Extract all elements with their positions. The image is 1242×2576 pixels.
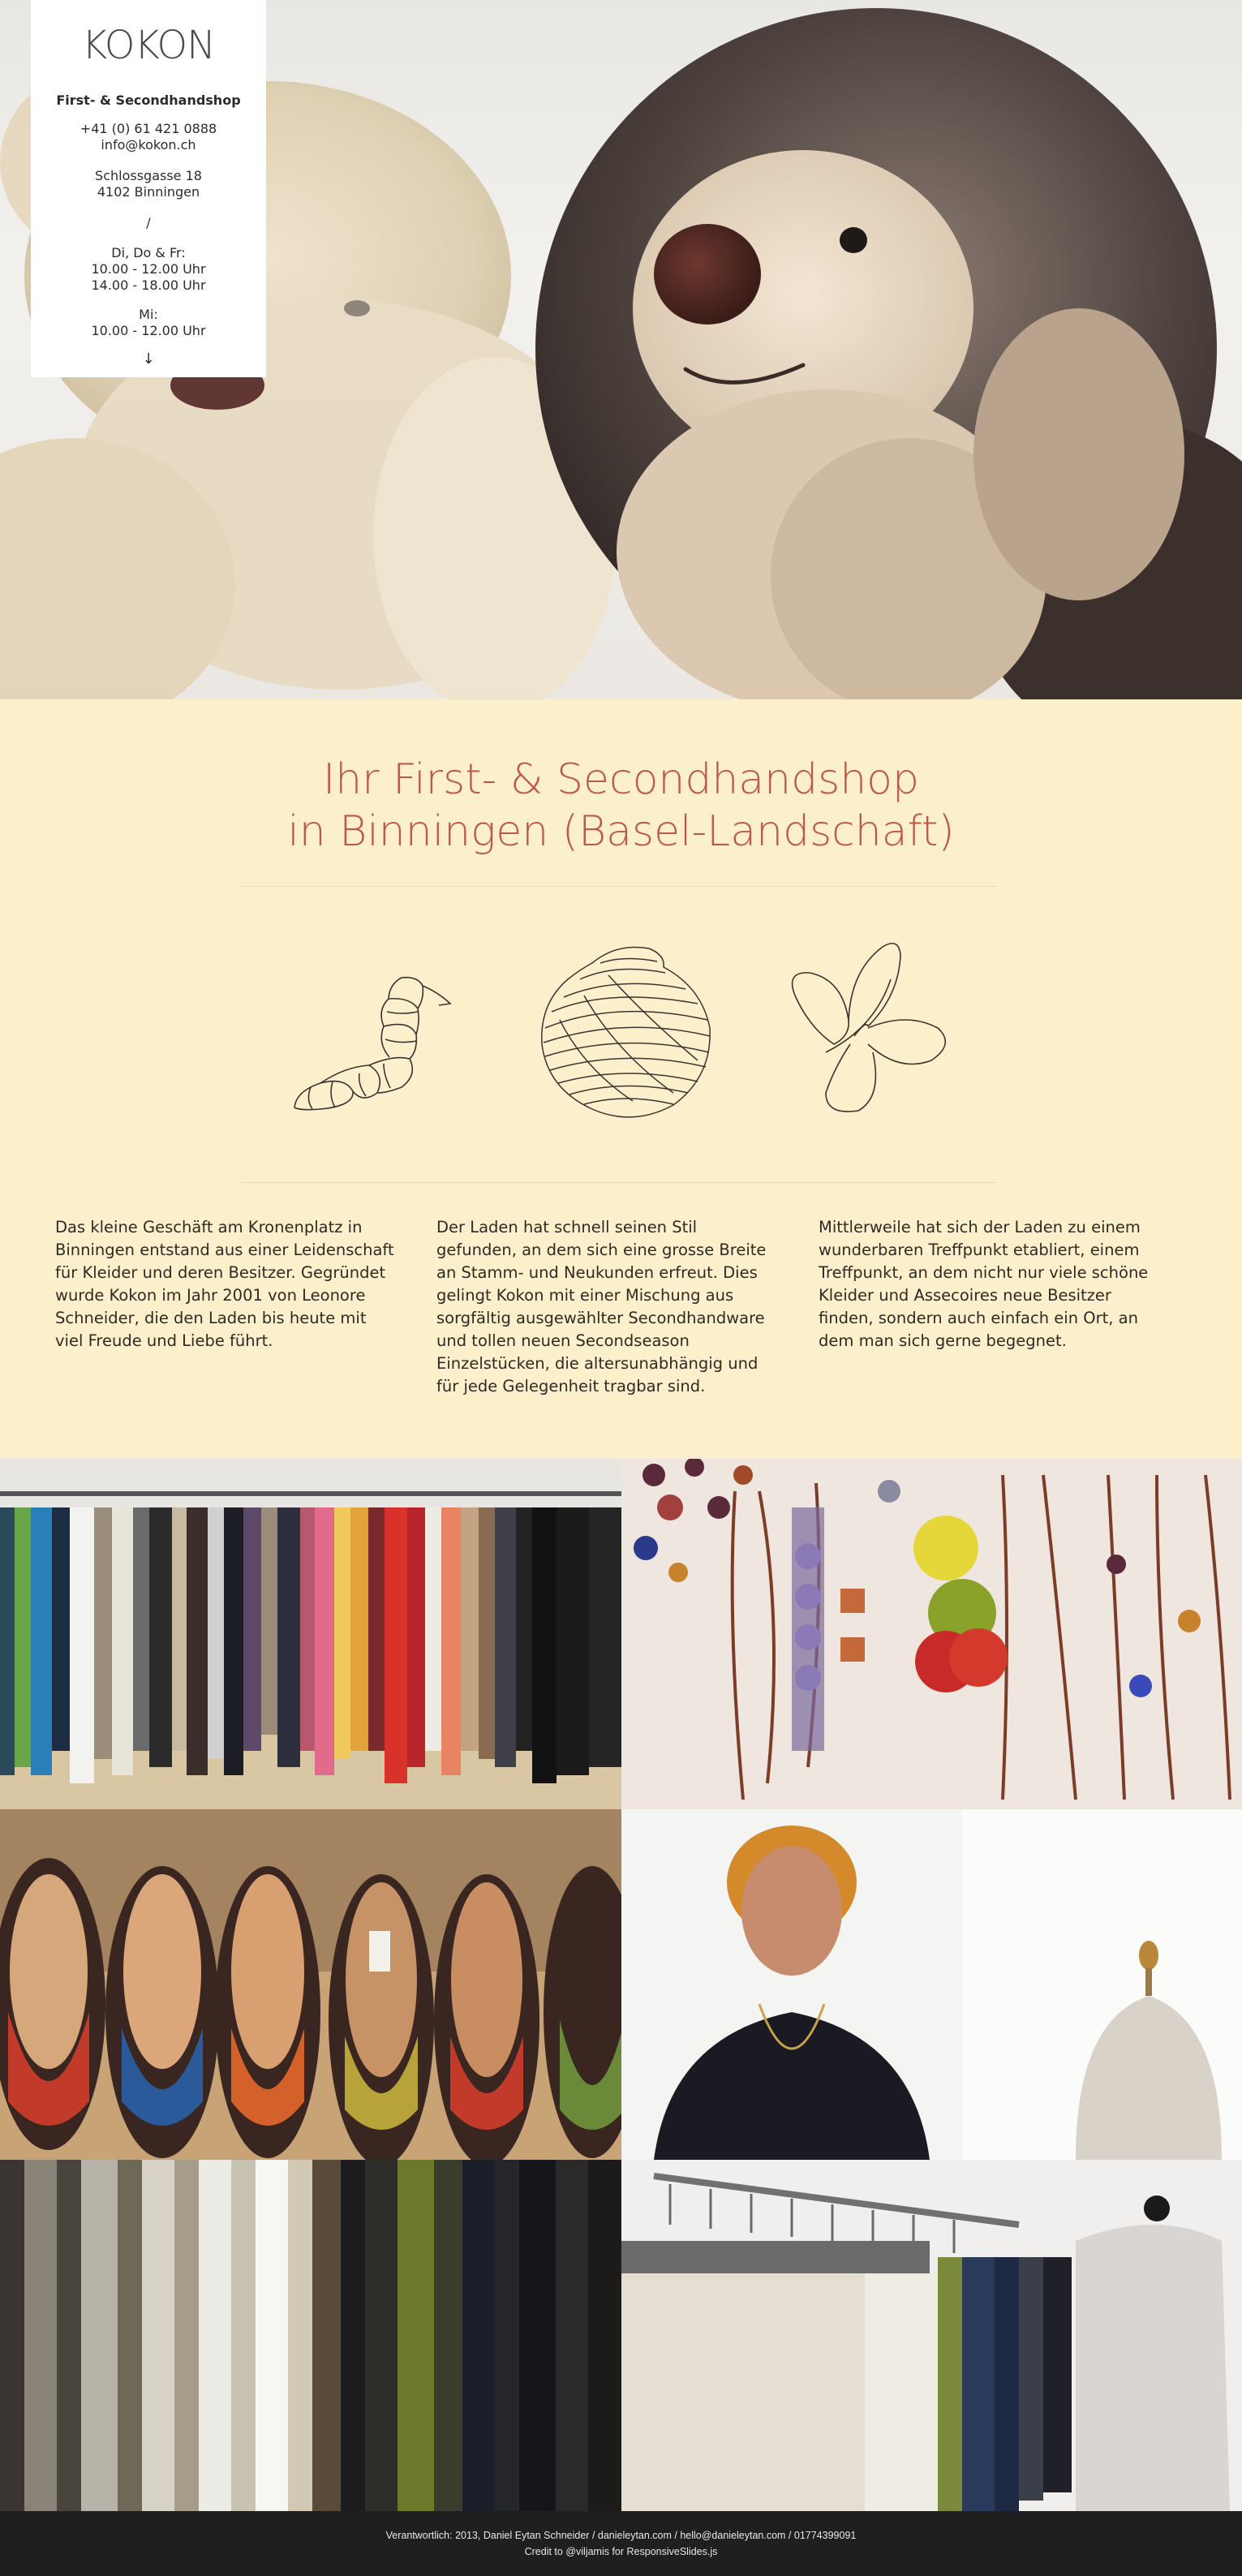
site-footer: Verantwortlich: 2013, Daniel Eytan Schne…	[0, 2511, 1242, 2576]
kokon-logo[interactable]: KOKON	[31, 21, 266, 70]
hours-afternoon: 14.00 - 18.00 Uhr	[91, 277, 206, 293]
trousers-photo	[0, 2160, 621, 2511]
intro-column-meeting-point: Mittlerweile hat sich der Laden zu einem…	[819, 1218, 1149, 1350]
email-link[interactable]: info@kokon.ch	[31, 137, 266, 153]
hours-label-tue-thu-fri: Di, Do & Fr:	[111, 245, 186, 260]
photo-gallery	[0, 1459, 1242, 2511]
butterfly-icon	[791, 942, 946, 1112]
gallery-tile-shop-owner	[621, 1809, 1242, 2160]
footer-responsiveslides-credit[interactable]: Credit to @viljamis for ResponsiveSlides…	[0, 2544, 1242, 2560]
intro-column-style: Der Laden hat schnell seinen Stil gefund…	[436, 1218, 767, 1396]
hours-label-wed: Mi:	[139, 307, 158, 322]
intro-section: Ihr First- & Secondhandshop in Binningen…	[0, 699, 1242, 1459]
hours-morning: 10.00 - 12.00 Uhr	[91, 261, 206, 277]
kilim-shoes-photo	[0, 1809, 621, 2160]
gallery-tile-shoes	[0, 1809, 621, 2160]
necklaces-photo	[621, 1459, 1242, 1809]
cocoon-icon	[541, 946, 711, 1118]
divider-top	[241, 886, 997, 887]
street-address: Schlossgasse 18	[95, 168, 202, 183]
headline-line-1: Ihr First- & Secondhandshop	[322, 755, 920, 804]
gallery-tile-hangers	[621, 2160, 1242, 2511]
clothes-rack-photo	[0, 1459, 621, 1809]
intro-column-history: Das kleine Geschäft am Kronenplatz in Bi…	[55, 1218, 394, 1350]
shop-owner-photo	[621, 1809, 1242, 2160]
hangers-rack-photo	[621, 2160, 1242, 2511]
caterpillar-icon	[294, 976, 452, 1111]
info-separator: /	[146, 215, 151, 230]
phone-number: +41 (0) 61 421 0888	[80, 121, 217, 136]
city-address: 4102 Binningen	[97, 184, 200, 200]
gallery-tile-trousers	[0, 2160, 621, 2511]
footer-credits[interactable]: Verantwortlich: 2013, Daniel Eytan Schne…	[0, 2527, 1242, 2544]
hours-wed: 10.00 - 12.00 Uhr	[91, 323, 206, 338]
scroll-down-arrow-icon[interactable]: ↓	[31, 350, 266, 368]
gallery-tile-clothes-rack	[0, 1459, 621, 1809]
hero-slideshow: KOKON First- & Secondhandshop +41 (0) 61…	[0, 0, 1242, 699]
contact-info-box: KOKON First- & Secondhandshop +41 (0) 61…	[31, 0, 266, 377]
page-headline: Ihr First- & Secondhandshop in Binningen…	[0, 754, 1242, 858]
gallery-tile-necklaces	[621, 1459, 1242, 1809]
headline-line-2: in Binningen (Basel-Landschaft)	[287, 807, 955, 856]
shop-subtitle: First- & Secondhandshop	[56, 92, 241, 108]
divider-bottom	[241, 1182, 997, 1183]
